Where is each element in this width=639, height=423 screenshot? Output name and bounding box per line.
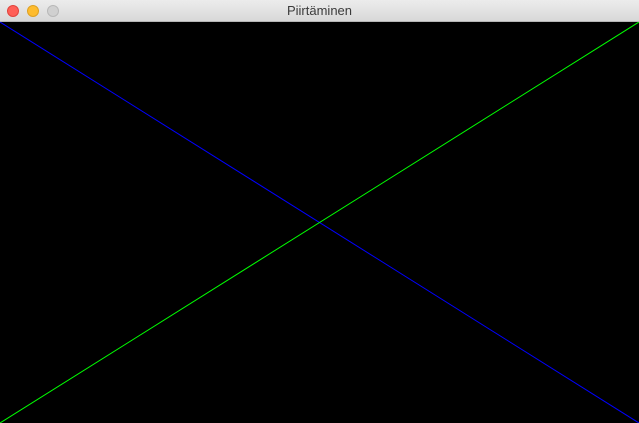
drawing-canvas[interactable]: [0, 22, 639, 423]
app-window: Piirtäminen: [0, 0, 639, 423]
window-title: Piirtäminen: [286, 3, 353, 18]
title-bar[interactable]: Piirtäminen: [0, 0, 639, 22]
